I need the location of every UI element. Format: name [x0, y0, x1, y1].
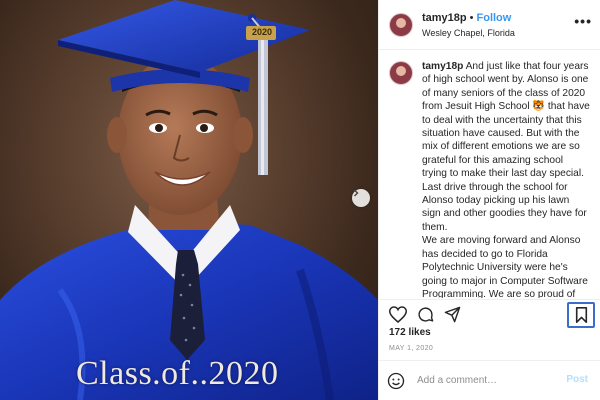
- post-sidebar: tamy18p • Follow Wesley Chapel, Florida ••…: [378, 0, 600, 400]
- graduate-portrait: [0, 0, 378, 400]
- caption-avatar[interactable]: [389, 61, 413, 85]
- comment-input[interactable]: [415, 374, 559, 387]
- add-comment-bar: Post: [379, 360, 600, 400]
- post-photo: 2020 Class.of..2020: [0, 0, 378, 400]
- post-comment-button[interactable]: Post: [566, 374, 588, 385]
- avatar[interactable]: [389, 12, 413, 37]
- caption-paragraph-2: We are moving forward and Alonso has dec…: [422, 235, 588, 298]
- caption-username[interactable]: tamy18p: [422, 61, 463, 72]
- comment-icon[interactable]: [417, 306, 434, 328]
- caption-text: tamy18p And just like that four years of…: [422, 60, 590, 298]
- separator-dot: •: [469, 11, 474, 24]
- likes-count[interactable]: 172 likes: [389, 327, 431, 338]
- username-link[interactable]: tamy18p: [422, 12, 467, 24]
- photo-overlay-text: Class.of..2020: [76, 355, 279, 392]
- next-photo-button[interactable]: [352, 189, 370, 207]
- emoji-icon[interactable]: [387, 372, 405, 390]
- caption-paragraph-1: And just like that four years of high sc…: [422, 61, 590, 233]
- location-link[interactable]: Wesley Chapel, Florida: [422, 26, 515, 41]
- instagram-post: 2020 Class.of..2020 tamy18p • Follow Wesle…: [0, 0, 600, 400]
- post-header: tamy18p • Follow Wesley Chapel, Florida ••…: [379, 0, 600, 50]
- follow-button[interactable]: Follow: [477, 12, 512, 24]
- post-date: MAY 1, 2020: [389, 345, 434, 352]
- chevron-right-icon: [354, 189, 359, 197]
- tassel-charm-year: 2020: [251, 27, 273, 37]
- share-icon[interactable]: [444, 306, 461, 328]
- save-button[interactable]: [567, 302, 595, 328]
- bookmark-icon: [575, 307, 587, 323]
- action-bar: [379, 299, 600, 329]
- more-options-icon[interactable]: •••: [574, 13, 592, 29]
- caption-section: tamy18p And just like that four years of…: [379, 51, 600, 298]
- heart-icon[interactable]: [388, 306, 408, 328]
